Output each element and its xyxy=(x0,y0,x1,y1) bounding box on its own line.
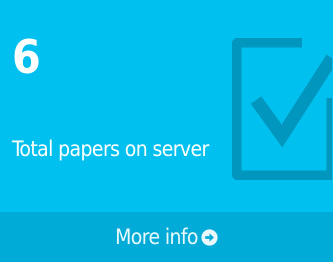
info-box-body: 6 Total papers on server xyxy=(0,0,333,212)
stat-info-box: 6 Total papers on server More info xyxy=(0,0,333,262)
stat-label: Total papers on server xyxy=(12,137,209,161)
check-square-icon xyxy=(232,38,332,180)
more-info-link[interactable]: More info xyxy=(0,212,333,262)
more-info-label: More info xyxy=(115,225,198,249)
arrow-circle-right-icon xyxy=(201,229,218,246)
stat-value: 6 xyxy=(12,30,41,84)
